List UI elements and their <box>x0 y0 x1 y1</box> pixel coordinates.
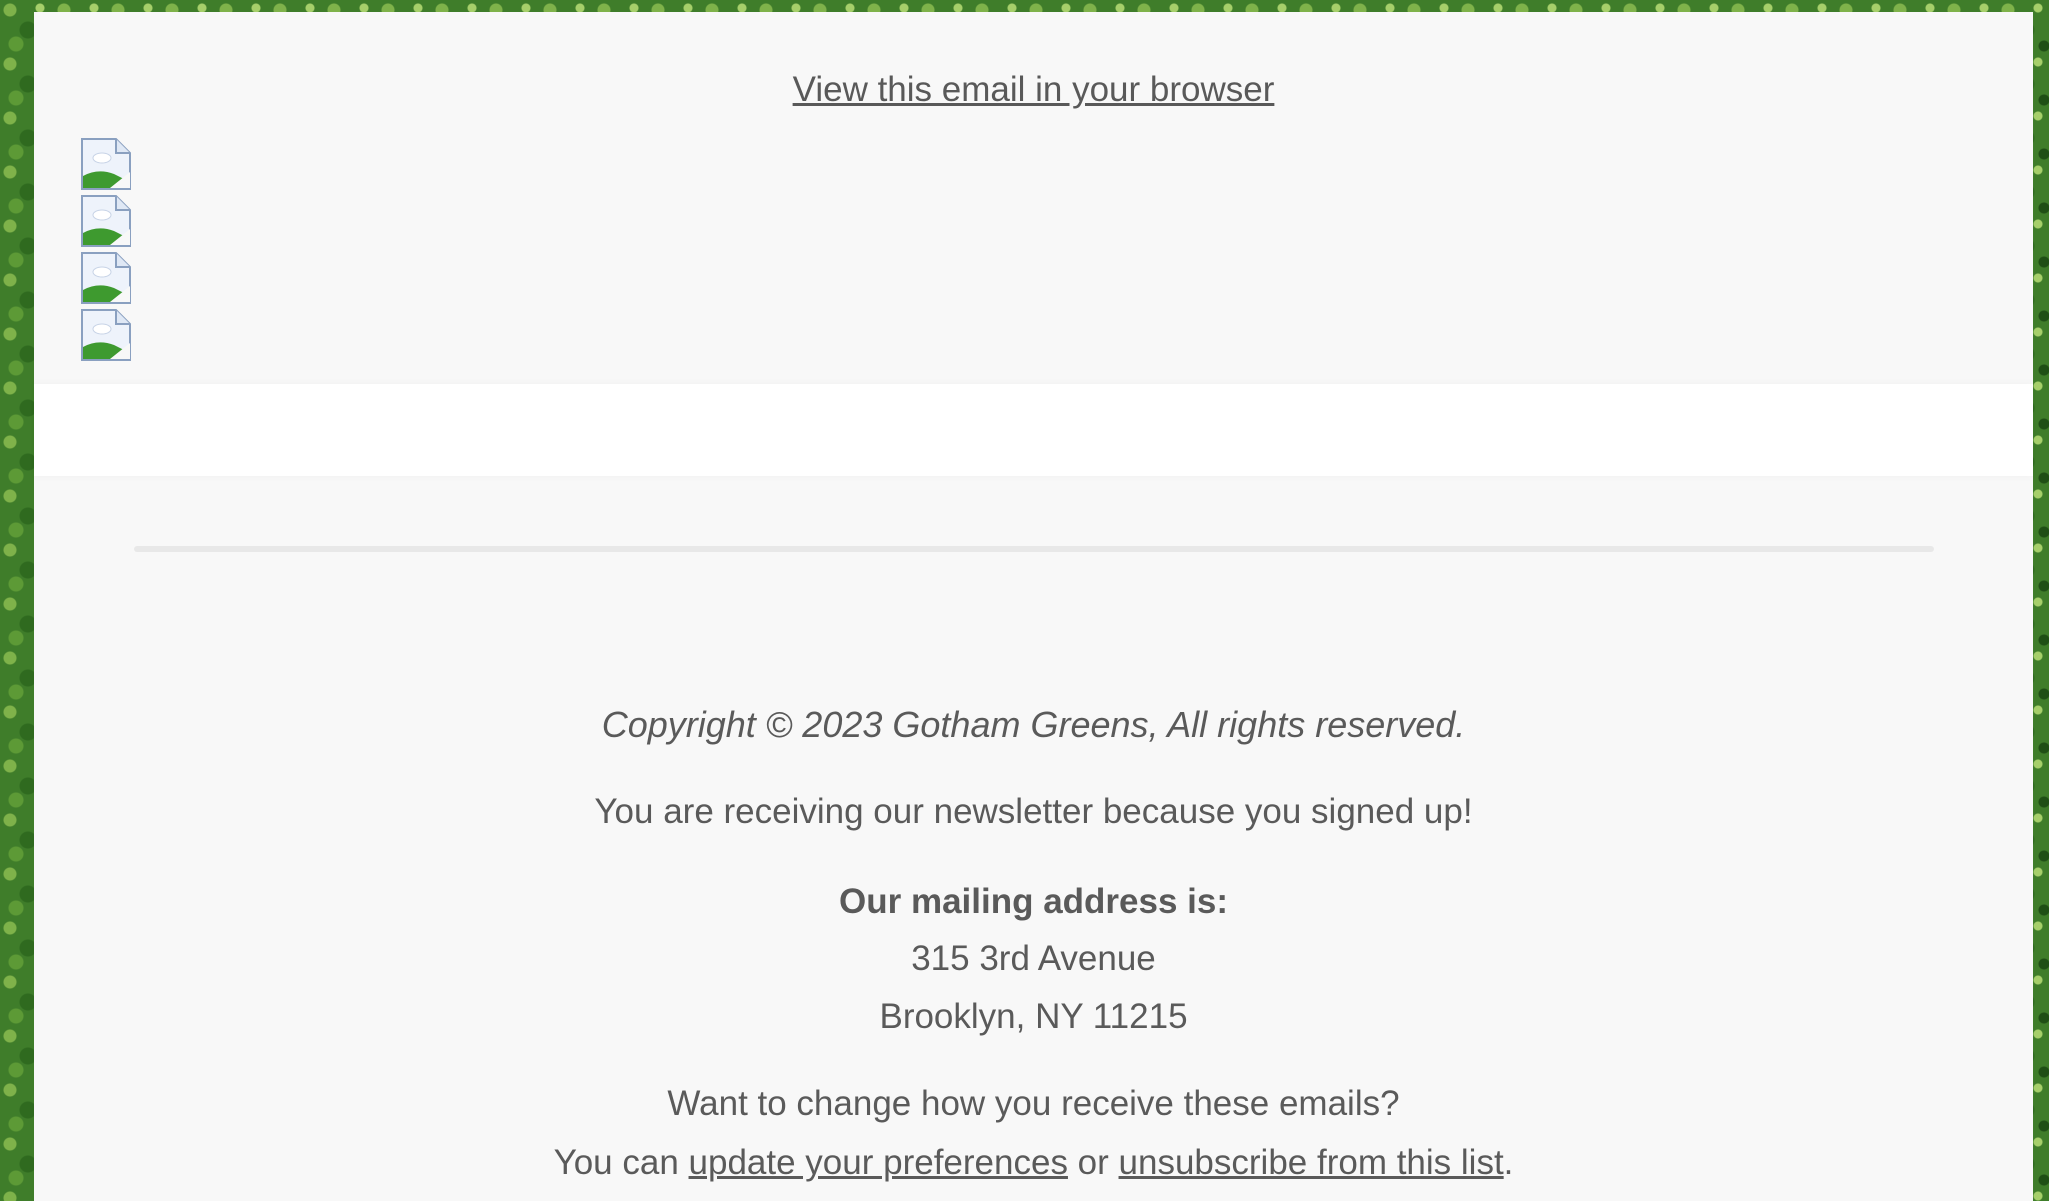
broken-image-icon <box>80 195 134 248</box>
you-can-text: You can <box>553 1143 689 1182</box>
view-in-browser-link[interactable]: View this email in your browser <box>34 70 2033 110</box>
address-line-1: 315 3rd Avenue <box>911 939 1156 978</box>
copyright-text: Copyright © 2023 Gotham Greens, All righ… <box>601 704 1466 745</box>
update-preferences-link[interactable]: update your preferences <box>689 1143 1068 1182</box>
mailing-address-heading: Our mailing address is: <box>839 882 1228 921</box>
content-spacer-band <box>34 384 2033 476</box>
address-line-2: Brooklyn, NY 11215 <box>879 997 1188 1036</box>
broken-image-icon <box>80 252 134 305</box>
broken-image-icon <box>80 138 134 191</box>
image-stack <box>80 138 134 366</box>
or-text: or <box>1067 1143 1119 1182</box>
preferences-line: You can update your preferences or unsub… <box>34 1143 2033 1183</box>
change-preferences-question: Want to change how you receive these ema… <box>667 1084 1400 1123</box>
unsubscribe-link[interactable]: unsubscribe from this list <box>1119 1143 1504 1182</box>
subscription-reason-text: You are receiving our newsletter because… <box>594 792 1473 831</box>
footer-divider <box>134 546 1934 552</box>
email-container: View this email in your browser Copyrigh… <box>34 12 2033 1201</box>
period-text: . <box>1503 1143 1514 1182</box>
broken-image-icon <box>80 309 134 362</box>
